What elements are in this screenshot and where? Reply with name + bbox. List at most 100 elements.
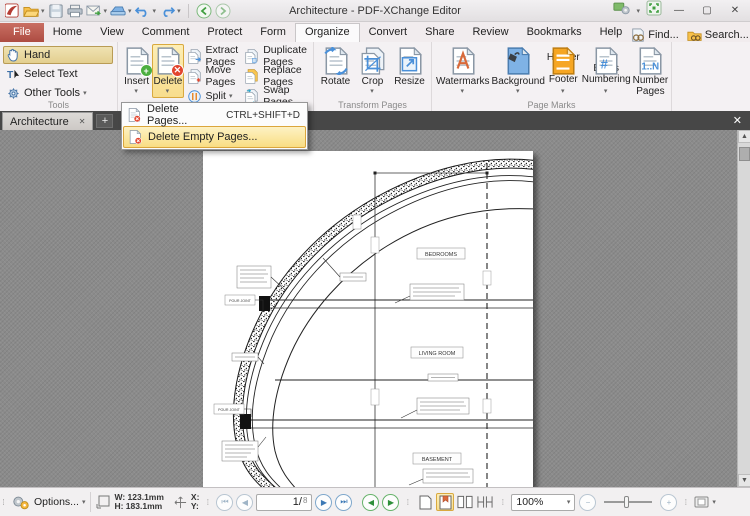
menu-item-delete-pages[interactable]: Delete Pages... CTRL+SHIFT+D [123, 104, 306, 126]
document-tab-close-icon[interactable]: ✕ [79, 117, 86, 126]
tab-file[interactable]: File [0, 23, 44, 42]
history-forward-icon[interactable] [215, 3, 231, 19]
options-button[interactable]: Options... ▾ [7, 488, 90, 516]
undo-dropdown-arrow[interactable]: ▾ [153, 7, 157, 15]
two-page-continuous-layout-button[interactable] [476, 493, 494, 511]
pdf-page[interactable]: BEDROOMS LIVING ROOM BASEMENT POUR JOINT [203, 151, 533, 487]
extract-pages-icon [187, 49, 202, 64]
single-page-layout-button[interactable] [416, 493, 434, 511]
continuous-layout-button[interactable] [436, 493, 454, 511]
vertical-scrollbar[interactable]: ▲ ▼ [737, 130, 750, 487]
delete-pages-button[interactable]: ✕ Delete ▾ [152, 44, 183, 98]
ui-options-icon[interactable] [613, 1, 631, 20]
maximize-button[interactable]: ▢ [696, 3, 718, 19]
close-document-button[interactable]: ✕ [725, 111, 750, 130]
tab-share[interactable]: Share [416, 23, 463, 42]
insert-pages-button[interactable]: + Insert ▾ [121, 44, 152, 98]
email-icon[interactable] [86, 3, 102, 19]
scroll-down-icon[interactable]: ▼ [738, 474, 750, 487]
next-view-button[interactable]: ▶ [382, 494, 399, 511]
last-page-button[interactable]: ⏭ [335, 494, 352, 511]
bates-numbering-button[interactable]: # BatesNumbering ▾ [581, 44, 632, 98]
fullscreen-icon[interactable] [646, 0, 662, 21]
print-icon[interactable] [67, 3, 83, 19]
group-transform: Rotate Crop ▾ Resize Transform Pages [313, 42, 431, 111]
zoom-slider[interactable] [604, 501, 652, 503]
rotate-button[interactable]: Rotate [317, 44, 354, 98]
tab-form[interactable]: Form [251, 23, 295, 42]
splitter-handle[interactable]: ⁞ [404, 498, 411, 507]
status-bar: ⁞ Options... ▾ W: 123.1mmH: 183.1mm X:Y:… [0, 487, 750, 516]
scroll-up-icon[interactable]: ▲ [738, 130, 750, 143]
document-tab-architecture[interactable]: Architecture ✕ [2, 112, 93, 130]
tab-organize[interactable]: Organize [295, 23, 360, 42]
group-label-tools: Tools [0, 100, 117, 110]
first-page-button[interactable]: ⏮ [216, 494, 233, 511]
undo-icon[interactable] [135, 3, 151, 19]
zoom-controls: 100%▾ − + [506, 488, 682, 516]
redo-icon[interactable] [159, 3, 175, 19]
svg-text:POUR JOINT: POUR JOINT [218, 408, 241, 412]
tab-help[interactable]: Help [591, 23, 632, 42]
replace-pages-button[interactable]: Replace Pages [241, 67, 310, 85]
background-button[interactable]: Background ▾ [491, 44, 546, 98]
label-bedrooms: BEDROOMS [417, 248, 465, 259]
history-back-icon[interactable] [196, 3, 212, 19]
open-dropdown-arrow[interactable]: ▾ [41, 7, 45, 15]
number-pages-button[interactable]: 1..N NumberPages [632, 44, 670, 98]
splitter-handle[interactable]: ⁞ [204, 498, 211, 507]
zoom-in-button[interactable]: + [660, 494, 677, 511]
close-button[interactable]: ✕ [724, 3, 746, 19]
background-dropdown-arrow: ▾ [516, 87, 520, 95]
tab-protect[interactable]: Protect [198, 23, 251, 42]
scrollbar-thumb[interactable] [739, 147, 750, 161]
tab-convert[interactable]: Convert [360, 23, 417, 42]
resize-grip: ⁞ [0, 498, 7, 507]
splitter-handle[interactable]: ⁞ [682, 498, 689, 507]
tab-home[interactable]: Home [44, 23, 91, 42]
document-tab-bar: Architecture ✕ + ✕ [0, 111, 750, 130]
menu-item-delete-empty-pages[interactable]: Delete Empty Pages... [123, 126, 306, 148]
resize-button[interactable]: Resize [391, 44, 428, 98]
two-page-layout-button[interactable] [456, 493, 474, 511]
tab-bookmarks[interactable]: Bookmarks [518, 23, 591, 42]
previous-view-button[interactable]: ◀ [362, 494, 379, 511]
redo-dropdown-arrow[interactable]: ▾ [177, 7, 181, 15]
next-page-button[interactable]: ▶ [315, 494, 332, 511]
divider [188, 4, 189, 18]
title-bar: ▾ ▾ ▾ ▾ ▾ [0, 0, 750, 22]
open-file-icon[interactable] [23, 3, 39, 19]
watermarks-button[interactable]: Watermarks ▾ [435, 44, 491, 98]
tab-view[interactable]: View [91, 23, 133, 42]
duplicate-pages-button[interactable]: Duplicate Pages [241, 47, 310, 65]
ribbon-organize: Hand T Select Text Other Tools ▾ Tools +… [0, 42, 750, 111]
crop-button[interactable]: Crop ▾ [354, 44, 391, 98]
page-number-input[interactable]: 1/8 [256, 494, 312, 511]
ui-options-dropdown-arrow[interactable]: ▾ [636, 7, 640, 15]
find-button[interactable]: Find... [631, 28, 679, 42]
hand-tool-button[interactable]: Hand [3, 46, 113, 64]
scanner-dropdown-arrow[interactable]: ▾ [128, 7, 132, 15]
fit-page-control[interactable]: ▾ [689, 488, 721, 516]
document-canvas[interactable]: BEDROOMS LIVING ROOM BASEMENT POUR JOINT [0, 130, 750, 487]
extract-pages-button[interactable]: Extract Pages [184, 47, 242, 65]
save-icon[interactable] [48, 3, 64, 19]
email-dropdown-arrow[interactable]: ▾ [104, 7, 108, 15]
scanner-icon[interactable] [110, 3, 126, 19]
previous-page-button[interactable]: ◀ [236, 494, 253, 511]
svg-text:T: T [7, 70, 14, 81]
tab-comment[interactable]: Comment [133, 23, 199, 42]
tab-review[interactable]: Review [463, 23, 517, 42]
minimize-button[interactable]: — [668, 3, 690, 19]
zoom-slider-thumb[interactable] [624, 496, 629, 508]
select-text-button[interactable]: T Select Text [3, 65, 113, 83]
bates-dropdown-arrow: ▾ [604, 88, 608, 95]
splitter-handle[interactable]: ⁞ [499, 498, 506, 507]
header-footer-button[interactable]: Header andFooter ▾ [546, 44, 581, 98]
header-footer-dropdown-arrow: ▾ [561, 88, 565, 95]
zoom-level-select[interactable]: 100%▾ [511, 494, 575, 511]
zoom-out-button[interactable]: − [579, 494, 596, 511]
search-button[interactable]: Search... [687, 29, 749, 42]
new-document-tab-button[interactable]: + [96, 114, 113, 128]
move-pages-button[interactable]: Move Pages [184, 67, 242, 85]
